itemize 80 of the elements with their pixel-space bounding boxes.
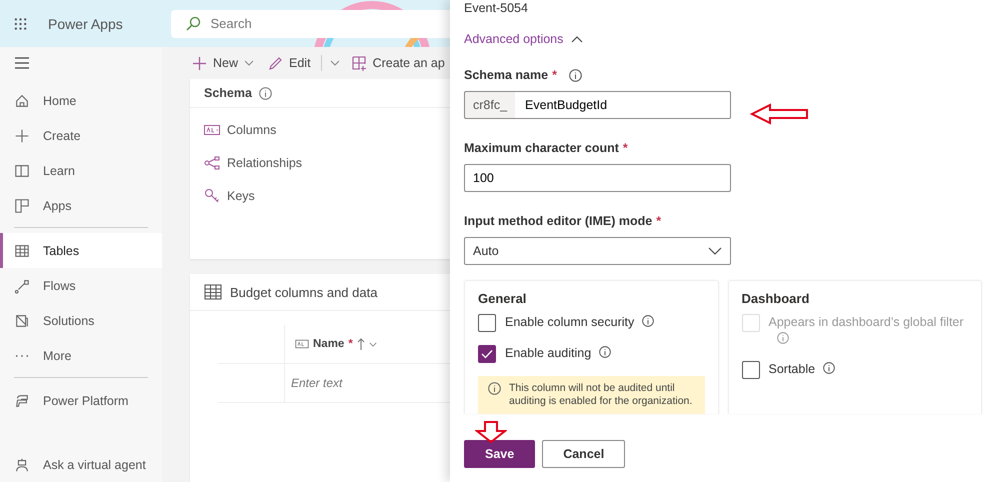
schema-link[interactable]: Relationships (204, 153, 436, 172)
table-icon (204, 284, 222, 300)
chevron-icon (571, 36, 584, 42)
app-launcher-icon[interactable] (14, 16, 28, 30)
section-title: Dashboard (742, 291, 810, 306)
required-mark: * (552, 68, 557, 82)
field-label: Schema name (464, 68, 548, 82)
search-icon (184, 16, 201, 32)
text-field-icon (204, 124, 220, 136)
nav-item[interactable]: Learn (0, 153, 162, 188)
notice-text: This column will not be audited until auditing is enabled for the organization. (509, 382, 694, 408)
key-icon (204, 188, 220, 204)
chevron-down-icon (244, 60, 254, 66)
info-icon (642, 315, 654, 327)
checkbox-label: Sortable (768, 361, 836, 378)
info-icon (488, 382, 501, 395)
required-mark: * (348, 338, 353, 350)
nav-item[interactable]: Ask a virtual agent (0, 447, 162, 482)
bot-icon (14, 456, 30, 472)
card-title: Budget columns and data (230, 284, 378, 300)
checkbox[interactable] (742, 361, 760, 379)
nav-icon (14, 312, 30, 328)
arrow-left-icon (750, 103, 810, 125)
checkbox-label: Enable auditing (505, 345, 612, 362)
nav-item[interactable]: Apps (0, 188, 162, 223)
dropdown[interactable]: Auto (464, 237, 731, 265)
checkmark-icon (481, 349, 493, 359)
sort-up-icon (356, 338, 365, 350)
info-icon (823, 362, 836, 374)
checkbox[interactable] (478, 314, 496, 332)
nav-item[interactable]: More (0, 338, 162, 373)
input-field[interactable]: 100 (464, 164, 731, 192)
chevron-down-icon (708, 247, 722, 255)
toolbar-button[interactable]: Edit (266, 54, 313, 72)
app-title: Power Apps (48, 16, 124, 32)
chevron-down-icon (368, 342, 377, 346)
toolbar-button[interactable]: Create an ap (350, 54, 447, 72)
schema-link[interactable]: Columns (204, 120, 436, 139)
chevron-down-icon[interactable] (330, 60, 340, 66)
nav-item[interactable]: Create (0, 118, 162, 153)
info-icon (599, 346, 612, 358)
dialog-button[interactable]: Cancel (542, 440, 626, 468)
search-field[interactable]: Search (170, 10, 450, 38)
required-mark: * (656, 214, 662, 228)
dialog-button[interactable]: Save (464, 440, 536, 468)
nav-item[interactable]: Solutions (0, 303, 162, 338)
relationship-icon (204, 156, 220, 170)
nav-icon (14, 392, 30, 408)
schema-link[interactable]: Keys (204, 186, 436, 205)
text-field-icon (295, 339, 309, 349)
nav-icon (14, 242, 30, 258)
more-icon (14, 354, 30, 358)
menu-icon[interactable] (14, 57, 30, 69)
field-value: Event-5054 (464, 1, 529, 15)
nav-icon (14, 128, 30, 144)
nav-item[interactable]: Tables (0, 233, 162, 268)
nav-icon (14, 162, 30, 178)
checkbox-label: Appears in dashboard’s global filter (768, 314, 968, 348)
card-title: Schema (204, 86, 252, 100)
section-title: General (478, 291, 528, 306)
nav-icon (14, 198, 30, 214)
required-mark: * (622, 141, 628, 155)
nav-icon (14, 278, 30, 294)
field-label: Input method editor (IME) mode (464, 214, 652, 228)
nav-item[interactable]: Flows (0, 268, 162, 303)
checkbox[interactable] (478, 345, 496, 363)
grid-plus-icon (352, 56, 367, 70)
info-icon (776, 332, 788, 344)
cell-input[interactable]: Enter text (284, 364, 450, 402)
field-label: Maximum character count (464, 141, 619, 155)
arrow-down-icon (475, 421, 507, 443)
nav-item[interactable]: Home (0, 83, 162, 118)
plus-icon (192, 56, 207, 70)
pencil-icon (268, 56, 284, 70)
nav-item[interactable]: Power Platform (0, 383, 162, 418)
toolbar-button[interactable]: New (190, 54, 256, 72)
info-icon (258, 86, 272, 100)
checkbox-label: Enable column security (505, 314, 654, 331)
advanced-options-toggle[interactable]: Advanced options (464, 32, 584, 46)
nav-icon (14, 92, 30, 108)
